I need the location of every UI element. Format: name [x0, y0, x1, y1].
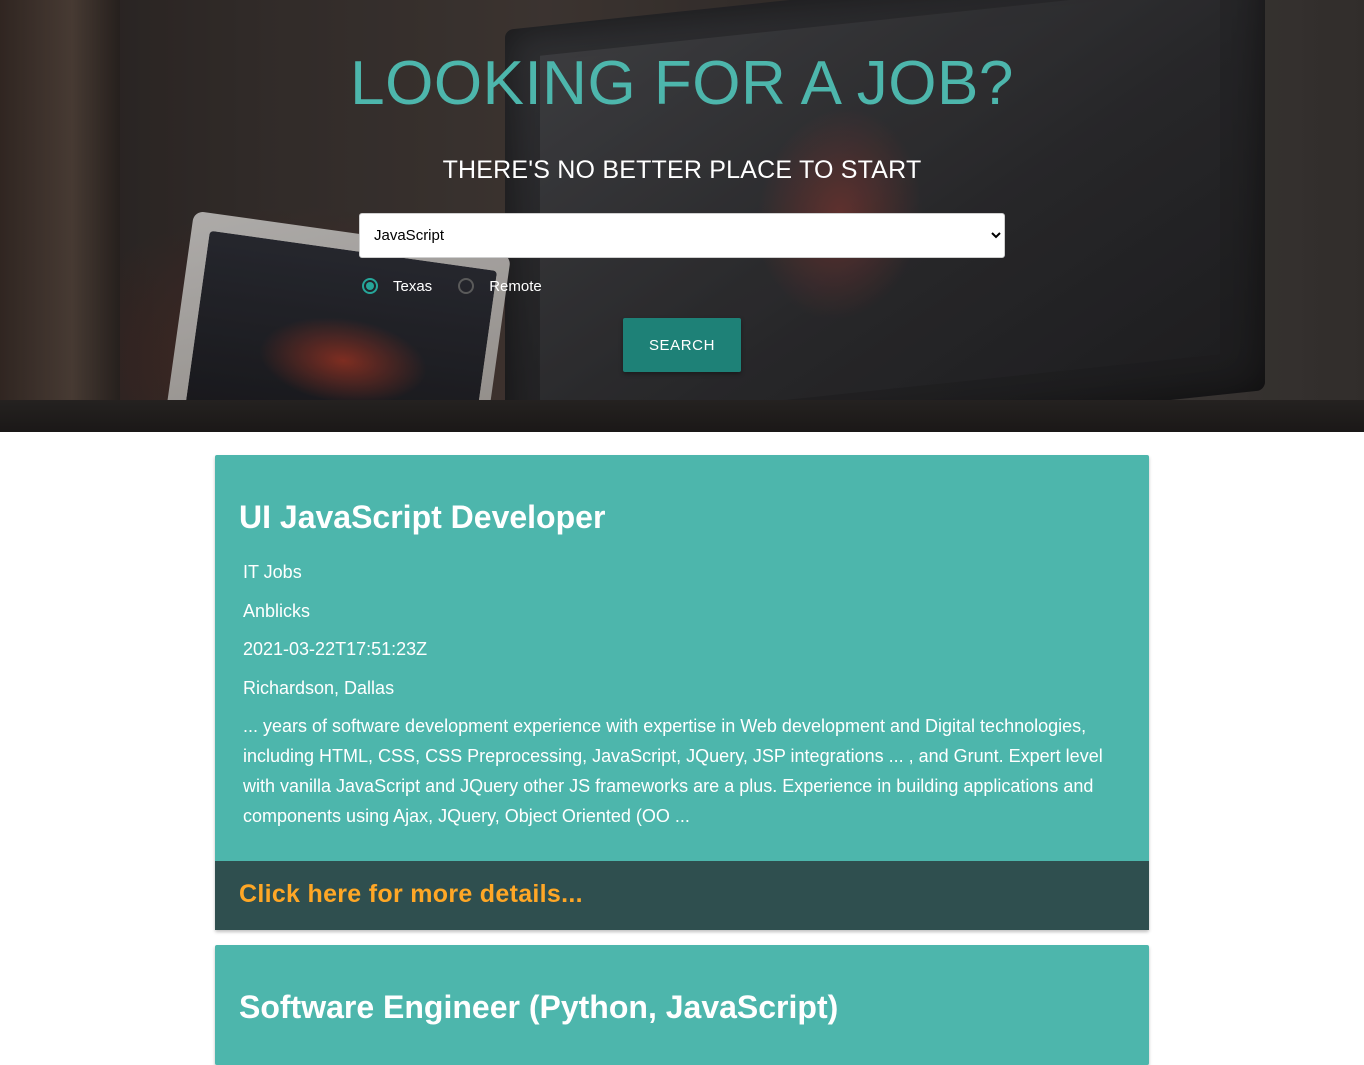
- job-card: Software Engineer (Python, JavaScript): [215, 945, 1149, 1065]
- location-label-texas: Texas: [393, 277, 433, 295]
- job-location: Richardson, Dallas: [243, 678, 395, 698]
- location-option-texas[interactable]: Texas: [362, 278, 432, 295]
- job-card-footer: Click here for more details...: [215, 861, 1149, 930]
- job-posted-date: 2021-03-22T17:51:23Z: [243, 639, 428, 659]
- job-company: Anblicks: [243, 601, 311, 621]
- radio-checked-icon[interactable]: [362, 278, 378, 294]
- job-description: ... years of software development experi…: [243, 716, 1103, 826]
- hero-subtitle: THERE'S NO BETTER PLACE TO START: [442, 156, 922, 184]
- hero-banner: LOOKING FOR A JOB? THERE'S NO BETTER PLA…: [0, 0, 1364, 432]
- job-category: IT Jobs: [243, 562, 302, 582]
- location-radio-group: Texas Remote: [362, 275, 568, 297]
- job-title: Software Engineer (Python, JavaScript): [239, 989, 839, 1025]
- radio-unchecked-icon[interactable]: [458, 278, 475, 294]
- location-option-remote[interactable]: Remote: [458, 278, 542, 295]
- skill-select[interactable]: JavaScript: [359, 213, 1005, 258]
- job-card: UI JavaScript Developer IT Jobs Anblicks…: [215, 455, 1149, 930]
- search-button[interactable]: SEARCH: [623, 318, 741, 372]
- job-details-link[interactable]: Click here for more details...: [239, 880, 583, 909]
- hero-title: LOOKING FOR A JOB?: [350, 49, 1014, 118]
- job-title: UI JavaScript Developer: [239, 499, 606, 535]
- location-label-remote: Remote: [489, 277, 542, 295]
